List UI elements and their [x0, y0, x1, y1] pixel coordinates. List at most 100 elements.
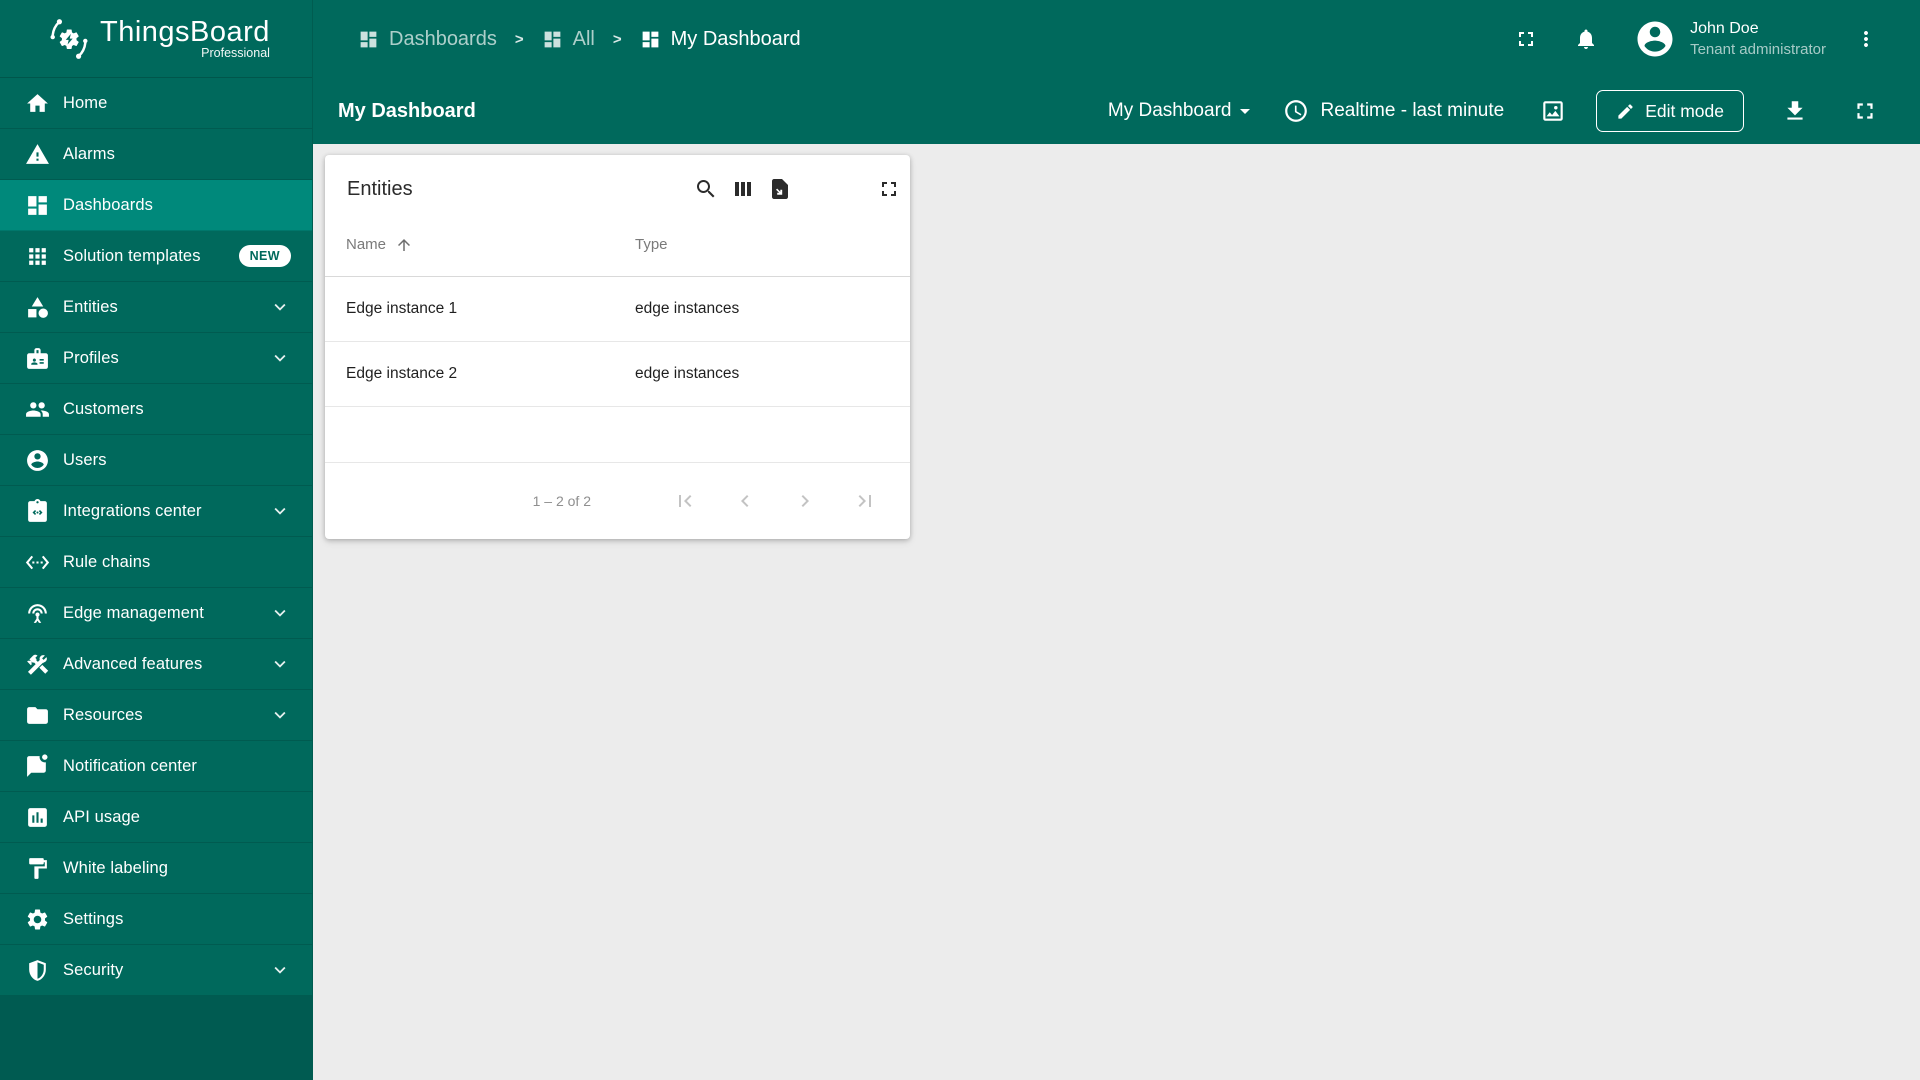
sidebar-item-entities[interactable]: Entities — [0, 282, 312, 333]
rule-chains-icon — [25, 555, 50, 569]
toolbar-actions: My Dashboard Realtime - last minute Edit… — [1108, 90, 1878, 132]
logo[interactable]: ThingsBoard Professional — [0, 0, 312, 78]
solution-templates-icon — [29, 247, 46, 265]
breadcrumb-item-all[interactable]: All — [542, 28, 595, 51]
view-column-icon — [735, 182, 751, 196]
breadcrumb-separator: > — [612, 30, 622, 48]
widget-search-button[interactable] — [694, 177, 718, 201]
first-page-button[interactable] — [673, 489, 697, 513]
cell-name: Edge instance 1 — [346, 300, 458, 317]
sidebar-item-label: Rule chains — [63, 552, 151, 571]
sidebar-item-integrations-center[interactable]: Integrations center — [0, 486, 312, 537]
sidebar-item-resources[interactable]: Resources — [0, 690, 312, 741]
table-empty-space — [325, 407, 910, 463]
user-avatar[interactable] — [1634, 18, 1676, 60]
sidebar-item-label: Settings — [63, 909, 124, 928]
more-vert-icon — [1864, 31, 1868, 47]
sidebar-item-solution-templates[interactable]: Solution templates NEW — [0, 231, 312, 282]
sidebar-item-edge-management[interactable]: Edge management — [0, 588, 312, 639]
download-icon — [1787, 101, 1803, 120]
chevron-down-icon — [274, 303, 286, 311]
widget-columns-button[interactable] — [731, 177, 755, 201]
sidebar-item-label: API usage — [63, 807, 141, 826]
breadcrumb: Dashboards > All > My Dashboard — [358, 28, 801, 51]
settings-icon — [27, 909, 48, 929]
table-body: Edge instance 1 edge instances Edge instan… — [325, 277, 910, 407]
customers-icon — [26, 401, 49, 417]
column-header-type[interactable]: Type — [635, 236, 910, 253]
topbar-actions: John Doe Tenant administrator — [1514, 18, 1878, 60]
last-page-button[interactable] — [853, 489, 877, 513]
sidebar-item-white-labeling[interactable]: White labeling — [0, 843, 312, 894]
dashboard-image-button[interactable] — [1540, 98, 1566, 124]
dashboard-state-select[interactable]: My Dashboard — [1108, 99, 1258, 123]
bell-icon — [1578, 29, 1595, 49]
breadcrumb-label: All — [572, 27, 595, 50]
chevron-left-icon — [741, 495, 749, 507]
api-usage-icon — [28, 807, 47, 827]
user-role: Tenant administrator — [1690, 40, 1826, 58]
resources-icon — [27, 706, 48, 724]
chevron-down-icon — [274, 354, 286, 362]
caret-down-icon — [1240, 109, 1251, 114]
previous-page-button[interactable] — [733, 489, 757, 513]
cell-name: Edge instance 2 — [346, 365, 458, 382]
new-badge: NEW — [238, 245, 291, 267]
sidebar-item-label: Home — [63, 93, 108, 112]
cell-type: edge instances — [635, 365, 740, 382]
timewindow-button[interactable]: Realtime - last minute — [1283, 98, 1504, 124]
breadcrumb-item-my-dashboard[interactable]: My Dashboard — [640, 28, 801, 51]
sidebar-footer — [0, 996, 312, 1080]
pagination-range-label: 1 – 2 of 2 — [532, 493, 591, 509]
cell-type: edge instances — [635, 300, 740, 317]
first-page-icon — [679, 495, 692, 507]
security-icon — [29, 959, 46, 981]
next-page-button[interactable] — [793, 489, 817, 513]
search-icon — [697, 180, 715, 198]
sidebar-item-profiles[interactable]: Profiles — [0, 333, 312, 384]
notifications-bell-button[interactable] — [1574, 27, 1598, 51]
users-icon — [27, 449, 48, 471]
sidebar: ThingsBoard Professional Home Alarms Dashb… — [0, 0, 313, 1080]
top-app-bar: Dashboards > All > My Dashboard John Doe Ten… — [313, 0, 1920, 78]
fullscreen-icon — [1519, 32, 1534, 46]
widget-fullscreen-button[interactable] — [877, 177, 901, 201]
sidebar-item-rule-chains[interactable]: Rule chains — [0, 537, 312, 588]
widget-title: Entities — [347, 177, 413, 200]
kebab-menu-button[interactable] — [1854, 27, 1878, 51]
sidebar-item-notification-center[interactable]: Notification center — [0, 741, 312, 792]
sidebar-item-label: Profiles — [63, 348, 119, 367]
breadcrumb-item-dashboards[interactable]: Dashboards — [358, 28, 497, 51]
sidebar-item-users[interactable]: Users — [0, 435, 312, 486]
dashboard-toolbar: My Dashboard My Dashboard Realtime - las… — [313, 78, 1920, 144]
sidebar-item-alarms[interactable]: Alarms — [0, 129, 312, 180]
sidebar-item-home[interactable]: Home — [0, 78, 312, 129]
table-header-row: Name Type — [325, 213, 910, 277]
breadcrumb-label: Dashboards — [389, 27, 497, 50]
sidebar-item-security[interactable]: Security — [0, 945, 312, 996]
entities-icon — [28, 296, 48, 318]
dashboards-icon — [28, 195, 47, 215]
widget-header: Entities — [325, 155, 910, 213]
table-row[interactable]: Edge instance 1 edge instances — [325, 277, 910, 342]
export-dashboard-button[interactable] — [1782, 98, 1808, 124]
sidebar-item-settings[interactable]: Settings — [0, 894, 312, 945]
table-row[interactable]: Edge instance 2 edge instances — [325, 342, 910, 407]
sidebar-item-label: Solution templates — [63, 246, 201, 265]
thingsboard-logo-icon — [50, 18, 88, 59]
sidebar-item-dashboards[interactable]: Dashboards — [0, 180, 312, 231]
sidebar-item-customers[interactable]: Customers — [0, 384, 312, 435]
column-header-name[interactable]: Name — [346, 236, 635, 254]
sidebar-item-advanced-features[interactable]: Advanced features — [0, 639, 312, 690]
dashboard-icon — [544, 31, 560, 47]
sidebar-item-label: Entities — [63, 297, 118, 316]
fullscreen-button[interactable] — [1514, 27, 1538, 51]
widget-export-button[interactable] — [768, 177, 792, 201]
user-menu[interactable]: John Doe Tenant administrator — [1690, 18, 1826, 60]
chevron-down-icon — [274, 711, 286, 719]
edit-icon — [1618, 103, 1633, 119]
advanced-features-icon — [27, 654, 49, 675]
sidebar-item-api-usage[interactable]: API usage — [0, 792, 312, 843]
toolbar-fullscreen-button[interactable] — [1852, 98, 1878, 124]
edit-mode-button[interactable]: Edit mode — [1596, 90, 1744, 132]
